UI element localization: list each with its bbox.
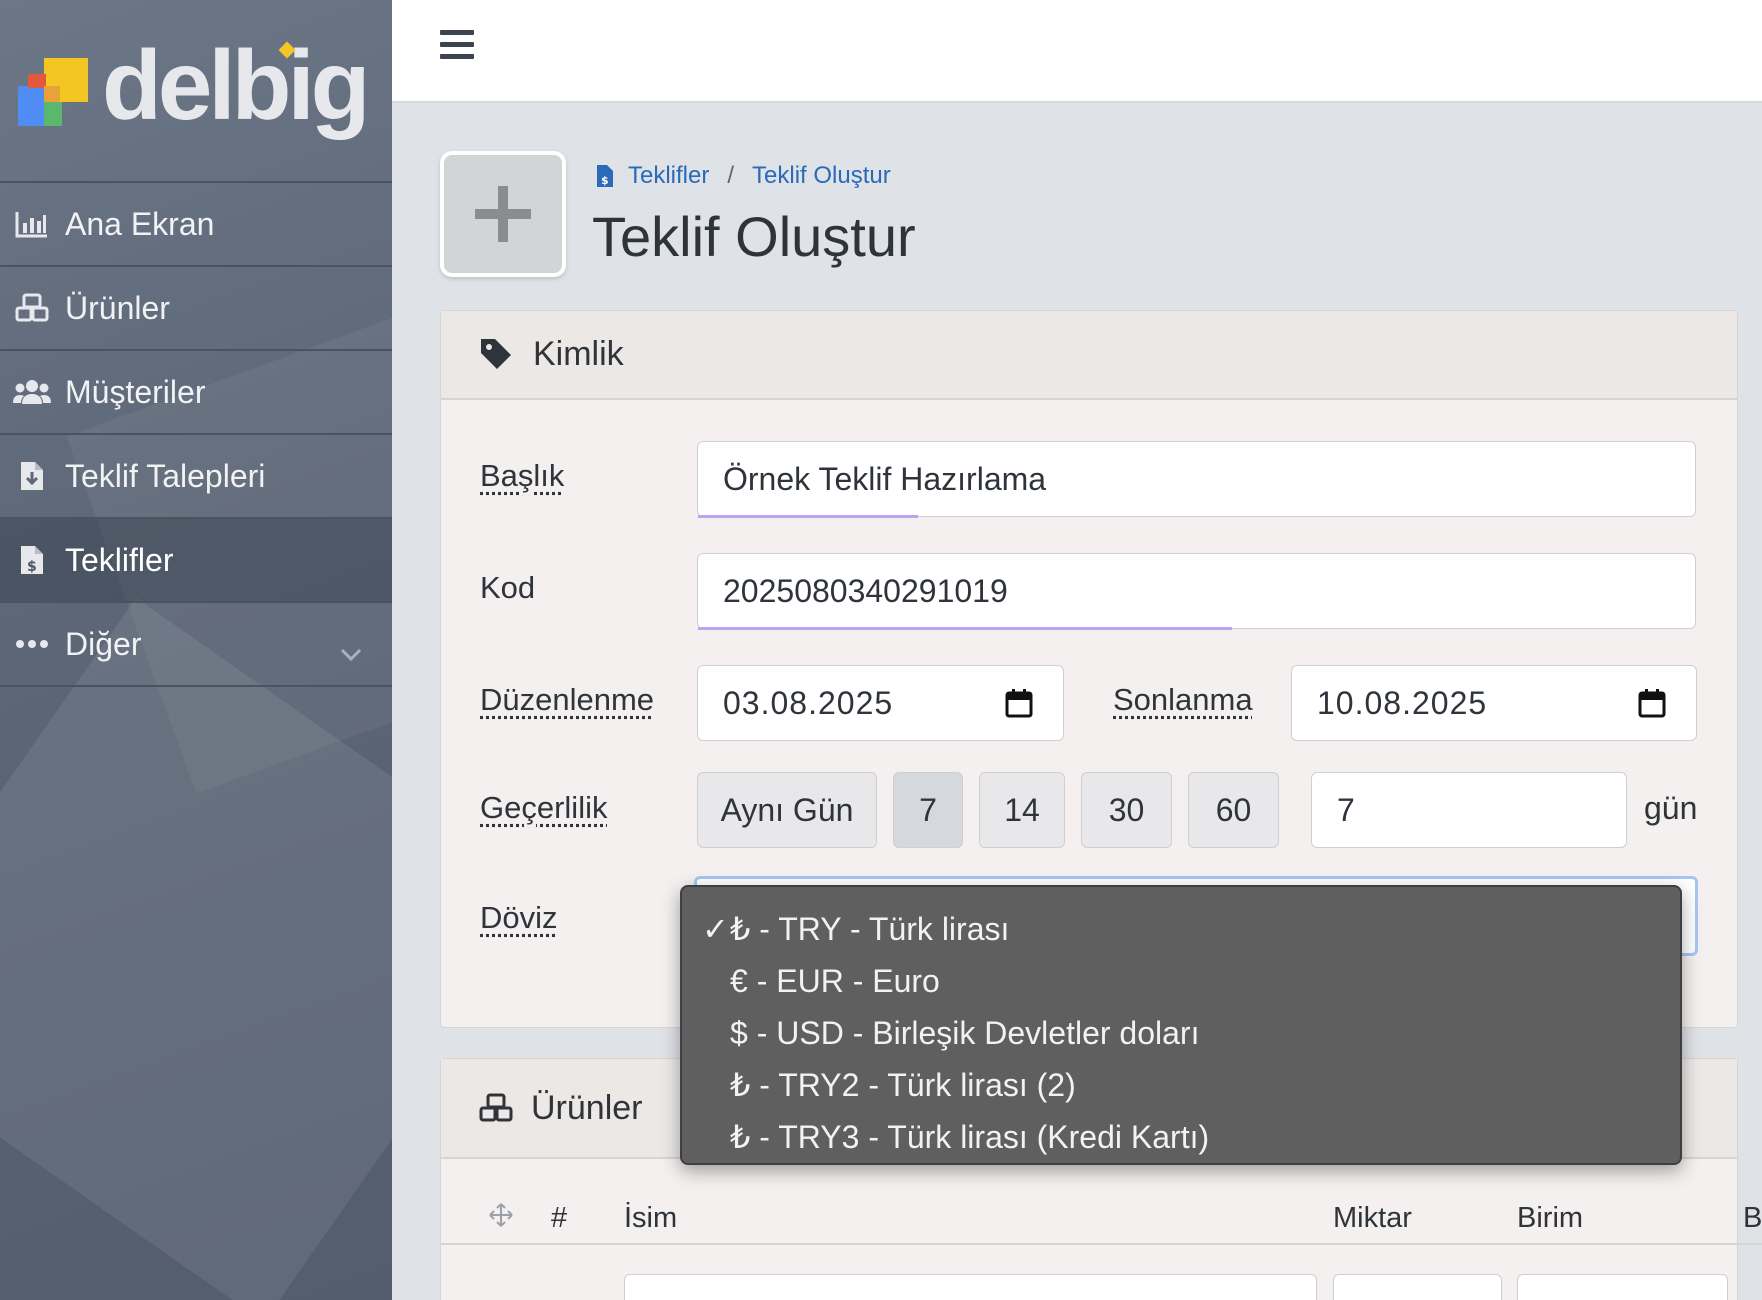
input-focus-underline (698, 627, 1232, 630)
gecerlilik-days-value: 7 (1337, 791, 1355, 828)
row-quantity-input[interactable] (1333, 1274, 1502, 1300)
gecerlilik-option-ayni-gun[interactable]: Aynı Gün (697, 772, 877, 848)
doviz-option-label: € - EUR - Euro (730, 962, 940, 999)
doviz-option-label: ₺ - TRY2 - Türk lirası (2) (730, 1067, 1076, 1103)
doviz-option-label: $ - USD - Birleşik Devletler doları (730, 1014, 1200, 1051)
duzenlenme-label: Düzenlenme (480, 682, 655, 717)
sidebar-item-label: Teklif Talepleri (65, 457, 266, 494)
sidebar-item-teklif-talepleri[interactable]: Teklif Talepleri (0, 435, 392, 519)
sidebar-item-diger[interactable]: Diğer (0, 603, 392, 687)
page-title: Teklif Oluştur (592, 205, 916, 268)
sidebar-item-label: Müşteriler (65, 373, 206, 410)
column-header-birim: Birim (1517, 1202, 1584, 1234)
doviz-option-label: ₺ - TRY3 - Türk lirası (Kredi Kartı) (730, 1119, 1210, 1155)
sonlanma-date-input[interactable]: 10.08.2025 (1291, 665, 1697, 741)
doviz-dropdown-menu: ✓ ₺ - TRY - Türk lirası € - EUR - Euro $… (680, 885, 1682, 1165)
gecerlilik-option-7[interactable]: 7 (893, 772, 963, 848)
baslik-label: Başlık (480, 458, 565, 493)
column-header-index: # (551, 1202, 568, 1234)
svg-text:$: $ (27, 559, 37, 575)
ellipsis-icon (12, 624, 52, 664)
menu-toggle-icon[interactable] (440, 30, 474, 62)
kod-value: 2025080340291019 (723, 572, 1008, 609)
logo-mark-icon (18, 52, 90, 130)
doviz-label: Döviz (480, 900, 558, 935)
boxes-icon (12, 288, 52, 328)
sonlanma-label: Sonlanma (1113, 682, 1253, 717)
calendar-icon[interactable] (1005, 688, 1033, 726)
file-invoice-dollar-icon: $ (12, 540, 52, 580)
doviz-option-try2[interactable]: ₺ - TRY2 - Türk lirası (2) (682, 1059, 1680, 1111)
sidebar-item-ana-ekran[interactable]: Ana Ekran (0, 183, 392, 267)
products-card-title: Ürünler (531, 1088, 643, 1127)
breadcrumb: $ Teklifler / Teklif Oluştur (596, 162, 891, 190)
gecerlilik-option-30[interactable]: 30 (1081, 772, 1172, 848)
row-name-input[interactable] (624, 1274, 1317, 1300)
duzenlenme-value: 03.08.2025 (723, 684, 894, 721)
doviz-option-label: ₺ - TRY - Türk lirası (730, 911, 1010, 947)
breadcrumb-separator: / (727, 162, 735, 189)
brand-name: delbig (102, 29, 371, 140)
breadcrumb-link-teklifler[interactable]: Teklifler (628, 162, 709, 190)
boxes-icon (479, 1093, 513, 1123)
column-header-miktar: Miktar (1333, 1202, 1412, 1234)
sidebar-item-label: Ürünler (65, 289, 170, 326)
doviz-option-usd[interactable]: $ - USD - Birleşik Devletler doları (682, 1007, 1680, 1059)
sonlanma-value: 10.08.2025 (1317, 684, 1488, 721)
users-icon (12, 372, 52, 412)
brand-logo[interactable]: delbig (0, 0, 392, 183)
tag-icon (479, 337, 515, 373)
chevron-down-icon[interactable] (340, 633, 362, 670)
identity-card-title: Kimlik (533, 335, 624, 373)
duzenlenme-date-input[interactable]: 03.08.2025 (697, 665, 1064, 741)
gecerlilik-label: Geçerlilik (480, 790, 608, 825)
page-plus-icon (440, 151, 566, 277)
kod-input[interactable]: 2025080340291019 (697, 553, 1696, 630)
doviz-option-eur[interactable]: € - EUR - Euro (682, 955, 1680, 1007)
file-invoice-dollar-icon: $ (596, 164, 614, 188)
baslik-value: Örnek Teklif Hazırlama (723, 460, 1047, 497)
identity-card-header: Kimlik (441, 311, 1737, 400)
breadcrumb-link-teklif-olustur[interactable]: Teklif Oluştur (752, 162, 891, 190)
row-unit-select[interactable] (1517, 1274, 1728, 1300)
gecerlilik-option-60[interactable]: 60 (1188, 772, 1279, 848)
sidebar-item-musteriler[interactable]: Müşteriler (0, 351, 392, 435)
sidebar: delbig Ana Ekran Ürünler Müşteriler Tekl… (0, 0, 392, 1300)
sidebar-item-label: Ana Ekran (65, 205, 215, 242)
kod-label: Kod (480, 570, 536, 605)
svg-text:$: $ (601, 174, 609, 187)
sidebar-item-urunler[interactable]: Ürünler (0, 267, 392, 351)
sidebar-item-label: Diğer (65, 625, 142, 662)
sidebar-item-teklifler[interactable]: $ Teklifler (0, 519, 392, 603)
calendar-icon[interactable] (1638, 688, 1666, 726)
baslik-input[interactable]: Örnek Teklif Hazırlama (697, 441, 1696, 518)
doviz-option-try3[interactable]: ₺ - TRY3 - Türk lirası (Kredi Kartı) (682, 1111, 1680, 1163)
doviz-option-try[interactable]: ✓ ₺ - TRY - Türk lirası (682, 903, 1680, 955)
input-focus-underline (698, 515, 918, 518)
table-header-divider (440, 1243, 1762, 1245)
sidebar-item-label: Teklifler (65, 541, 174, 578)
gecerlilik-days-input[interactable]: 7 (1311, 772, 1627, 848)
column-header-b: B (1743, 1202, 1762, 1234)
checkmark-icon: ✓ (702, 911, 729, 947)
top-bar (392, 0, 1762, 103)
drag-handle-icon (489, 1202, 513, 1235)
file-download-icon (12, 456, 52, 496)
gecerlilik-option-14[interactable]: 14 (979, 772, 1065, 848)
gecerlilik-unit: gün (1644, 790, 1698, 826)
chart-bar-icon (12, 204, 52, 244)
column-header-isim: İsim (624, 1202, 678, 1234)
